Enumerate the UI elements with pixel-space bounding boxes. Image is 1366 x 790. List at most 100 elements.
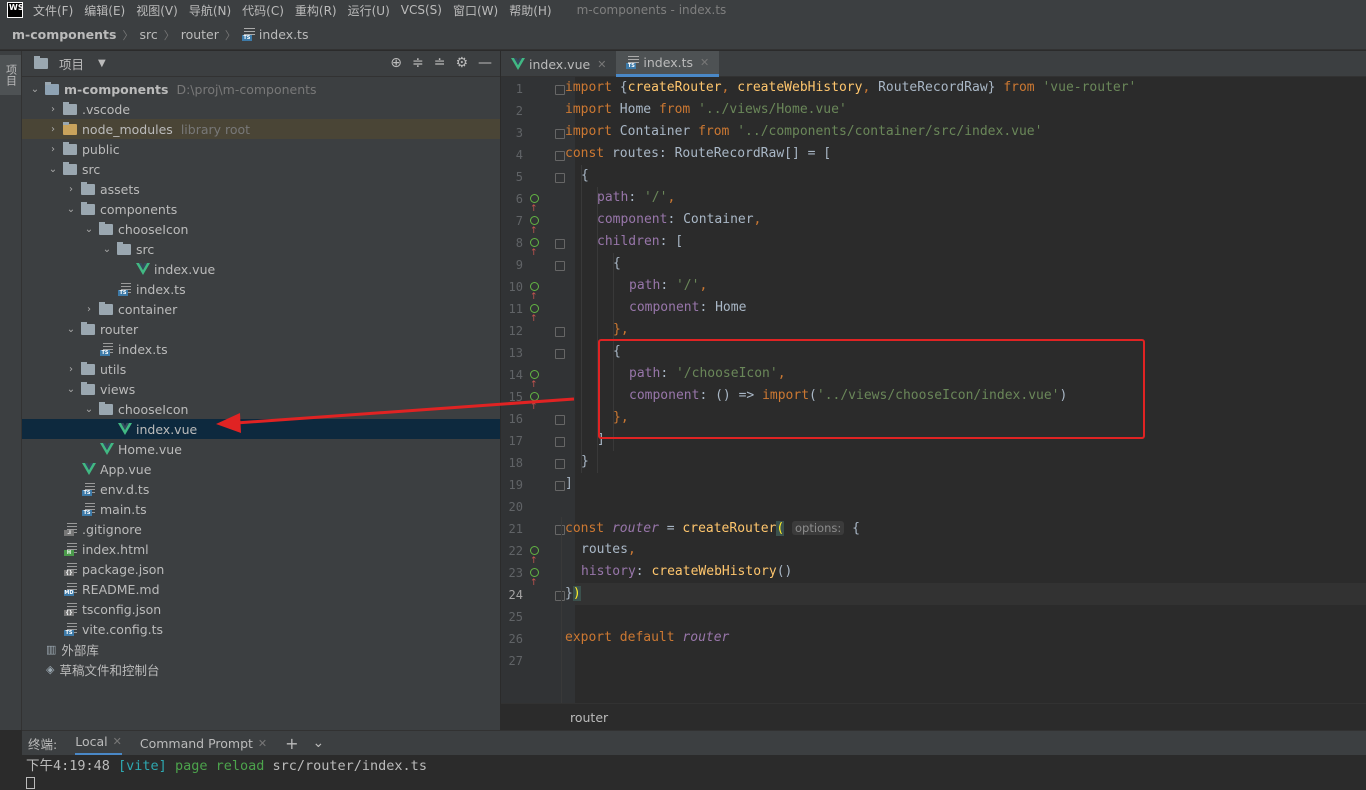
fold-icon[interactable] (555, 415, 565, 425)
project-tool-tab[interactable]: 项目 (0, 55, 21, 95)
tree-item-assets[interactable]: › assets (22, 179, 500, 199)
tree-item-container[interactable]: › container (22, 299, 500, 319)
implemented-icon[interactable]: ↑ (530, 216, 544, 236)
menu-edit[interactable]: 编辑(E) (84, 2, 125, 19)
chevron-down-icon[interactable]: ⌄ (64, 324, 78, 335)
add-terminal-icon[interactable]: + (285, 734, 298, 753)
implemented-icon[interactable]: ↑ (530, 304, 544, 324)
fold-icon[interactable] (555, 85, 565, 95)
project-panel-title[interactable]: 项目 (59, 54, 84, 73)
nav-crumb-src[interactable]: src (139, 27, 157, 42)
tree-item-gitignore[interactable]: .i .gitignore (22, 519, 500, 539)
menu-run[interactable]: 运行(U) (348, 2, 390, 19)
tree-item-vscode[interactable]: › .vscode (22, 99, 500, 119)
tree-item-app-vue[interactable]: App.vue (22, 459, 500, 479)
implemented-icon[interactable]: ↑ (530, 568, 544, 588)
nav-crumb-project[interactable]: m-components (12, 27, 116, 42)
chevron-right-icon[interactable]: › (46, 144, 60, 155)
close-icon[interactable]: ✕ (258, 737, 267, 750)
fold-icon[interactable] (555, 525, 565, 535)
terminal-tab-local[interactable]: Local ✕ (75, 731, 122, 756)
breadcrumb-router[interactable]: router (570, 710, 608, 725)
tree-item-env-d-ts[interactable]: TS env.d.ts (22, 479, 500, 499)
chevron-down-icon[interactable]: ⌄ (313, 735, 325, 751)
chevron-down-icon[interactable]: ▼ (98, 58, 106, 69)
nav-crumb-router[interactable]: router (181, 27, 219, 42)
menu-file[interactable]: 文件(F) (33, 2, 73, 19)
tree-item-index-vue[interactable]: index.vue (22, 259, 500, 279)
menu-view[interactable]: 视图(V) (136, 2, 178, 19)
locate-icon[interactable]: ⊕ (390, 55, 402, 71)
fold-icon[interactable] (555, 327, 565, 337)
tree-item-vite-config-ts[interactable]: TS vite.config.ts (22, 619, 500, 639)
tree-item-public[interactable]: › public (22, 139, 500, 159)
tree-item-components[interactable]: ⌄ components (22, 199, 500, 219)
fold-icon[interactable] (555, 261, 565, 271)
expand-all-icon[interactable]: ≑ (412, 55, 424, 71)
tree-item-chooseicon[interactable]: ⌄ chooseIcon (22, 219, 500, 239)
implemented-icon[interactable]: ↑ (530, 194, 544, 214)
tab-index-ts[interactable]: TS index.ts ✕ (616, 51, 720, 77)
nav-crumb-file[interactable]: index.ts (259, 27, 309, 42)
implemented-icon[interactable]: ↑ (530, 238, 544, 258)
chevron-down-icon[interactable]: ⌄ (82, 404, 96, 415)
chevron-down-icon[interactable]: ⌄ (64, 204, 78, 215)
implemented-icon[interactable]: ↑ (530, 282, 544, 302)
close-tab-icon[interactable]: ✕ (700, 56, 709, 69)
implemented-icon[interactable]: ↑ (530, 370, 544, 390)
fold-icon[interactable] (555, 459, 565, 469)
tree-item-index-html[interactable]: Hindex.html (22, 539, 500, 559)
chevron-down-icon[interactable]: ⌄ (100, 244, 114, 255)
chevron-down-icon[interactable]: ⌄ (46, 164, 60, 175)
menu-navigate[interactable]: 导航(N) (189, 2, 231, 19)
tree-item-main-ts[interactable]: TS main.ts (22, 499, 500, 519)
tree-item-node-modules[interactable]: › node_modules library root (22, 119, 500, 139)
hide-panel-icon[interactable]: — (478, 55, 492, 71)
chevron-right-icon[interactable]: › (64, 364, 78, 375)
tree-item-package-json[interactable]: {} package.json (22, 559, 500, 579)
tree-item-views[interactable]: ⌄ views (22, 379, 500, 399)
gear-icon[interactable]: ⚙ (455, 55, 468, 71)
chevron-right-icon[interactable]: › (64, 184, 78, 195)
tree-item-utils[interactable]: › utils (22, 359, 500, 379)
implemented-icon[interactable]: ↑ (530, 392, 544, 412)
menu-help[interactable]: 帮助(H) (509, 2, 551, 19)
tree-item-root[interactable]: ⌄ m-components D:\proj\m-components (22, 79, 500, 99)
fold-icon[interactable] (555, 437, 565, 447)
tree-item-index-ts[interactable]: TS index.ts (22, 279, 500, 299)
chevron-right-icon[interactable]: › (82, 304, 96, 315)
fold-icon[interactable] (555, 349, 565, 359)
close-icon[interactable]: ✕ (113, 735, 122, 748)
fold-icon[interactable] (555, 239, 565, 249)
chevron-down-icon[interactable]: ⌄ (64, 384, 78, 395)
tree-item-home-vue[interactable]: Home.vue (22, 439, 500, 459)
fold-icon[interactable] (555, 591, 565, 601)
terminal-tab-command-prompt[interactable]: Command Prompt ✕ (140, 731, 267, 756)
fold-icon[interactable] (555, 481, 565, 491)
tab-index-vue[interactable]: index.vue ✕ (501, 51, 616, 77)
chevron-right-icon[interactable]: › (46, 124, 60, 135)
collapse-all-icon[interactable]: ≐ (434, 55, 446, 71)
tree-item-readme-md[interactable]: MD README.md (22, 579, 500, 599)
implemented-icon[interactable]: ↑ (530, 546, 544, 566)
close-tab-icon[interactable]: ✕ (597, 58, 606, 71)
menu-refactor[interactable]: 重构(R) (295, 2, 337, 19)
chevron-down-icon[interactable]: ⌄ (82, 224, 96, 235)
chevron-right-icon[interactable]: › (46, 104, 60, 115)
menu-code[interactable]: 代码(C) (242, 2, 284, 19)
tree-item-index-vue-selected[interactable]: index.vue (22, 419, 500, 439)
tree-item-external-libraries[interactable]: ▥ 外部库 (22, 639, 500, 659)
terminal-output[interactable]: 下午4:19:48 [vite] page reload src/router/… (22, 755, 1366, 790)
tree-item-scratches[interactable]: ◈ 草稿文件和控制台 (22, 659, 500, 679)
fold-icon[interactable] (555, 129, 565, 139)
menu-window[interactable]: 窗口(W) (453, 2, 498, 19)
chevron-down-icon[interactable]: ⌄ (28, 84, 42, 95)
tree-item-src[interactable]: ⌄ src (22, 159, 500, 179)
tree-item-index-ts[interactable]: TS index.ts (22, 339, 500, 359)
tree-item-tsconfig-json[interactable]: {} tsconfig.json (22, 599, 500, 619)
tree-item-chooseicon[interactable]: ⌄ chooseIcon (22, 399, 500, 419)
fold-icon[interactable] (555, 151, 565, 161)
tree-item-src[interactable]: ⌄ src (22, 239, 500, 259)
fold-icon[interactable] (555, 173, 565, 183)
tree-item-router[interactable]: ⌄ router (22, 319, 500, 339)
